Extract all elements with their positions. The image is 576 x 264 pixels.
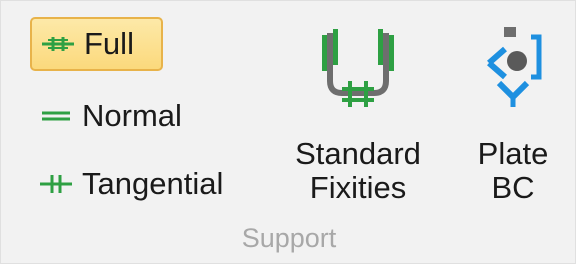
tangential-option-label: Tangential bbox=[82, 166, 224, 201]
normal-fixity-icon bbox=[36, 101, 76, 131]
normal-option-label: Normal bbox=[82, 98, 182, 133]
group-label: Support bbox=[241, 223, 337, 253]
plate-bc-button[interactable]: Plate BC bbox=[459, 23, 567, 213]
tangential-option[interactable]: Tangential bbox=[36, 159, 223, 209]
standard-fixities-label-line1: Standard bbox=[295, 136, 421, 171]
normal-option[interactable]: Normal bbox=[36, 91, 182, 141]
plate-bc-label-line1: Plate bbox=[477, 136, 549, 171]
plate-bc-icon bbox=[459, 23, 567, 123]
full-fixity-icon bbox=[38, 29, 78, 59]
full-option-label: Full bbox=[84, 26, 134, 61]
plate-bc-label-line2: BC bbox=[491, 170, 535, 205]
standard-fixities-button[interactable]: Standard Fixities bbox=[283, 23, 433, 213]
support-ribbon-group: Full Normal Tangential Standard Fixities… bbox=[0, 0, 576, 264]
tangential-fixity-icon bbox=[36, 169, 76, 199]
standard-fixities-icon bbox=[283, 23, 433, 123]
standard-fixities-label-line2: Fixities bbox=[309, 170, 407, 205]
full-option[interactable]: Full bbox=[30, 17, 163, 71]
